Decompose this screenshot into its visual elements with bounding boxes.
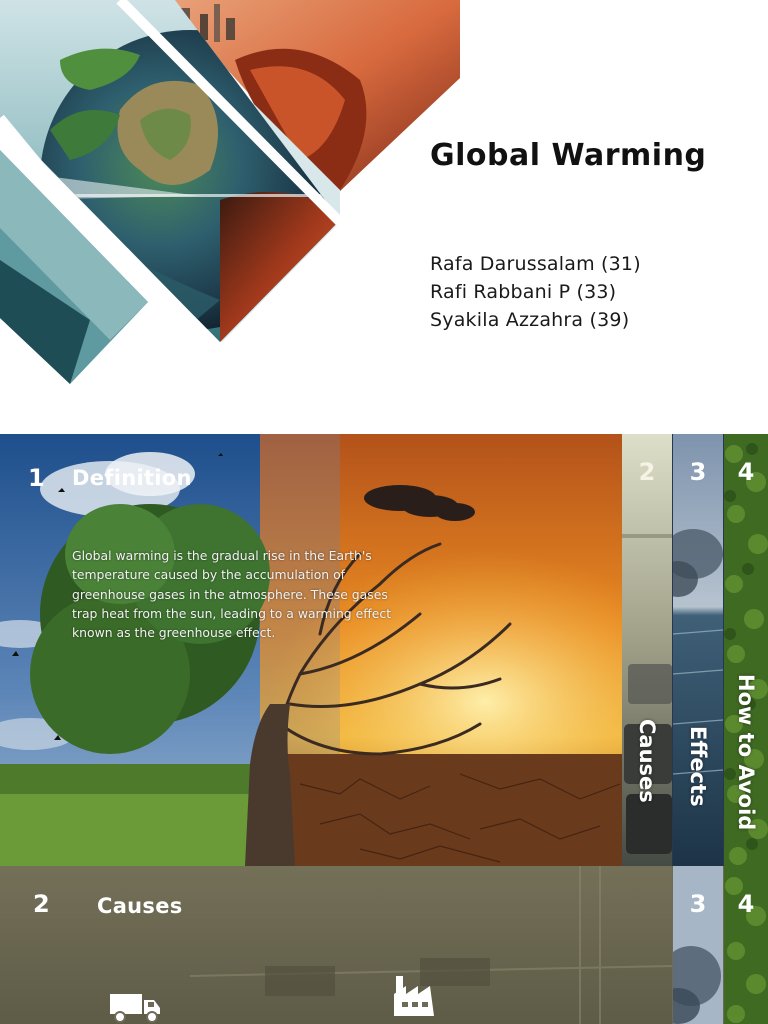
author-item: Rafi Rabbani P (33) (430, 281, 617, 303)
section-number: 2 (33, 890, 50, 918)
causes-panel: 2 Causes (0, 866, 672, 1024)
tab-how-to-avoid[interactable]: 4 (724, 866, 768, 1024)
definition-panel: 1 Definition Global warming is the gradu… (0, 434, 622, 866)
tab-effects-number: 3 (689, 890, 707, 918)
tab-effects[interactable]: 3 (673, 866, 723, 1024)
tab-causes-label: Causes (635, 719, 659, 803)
highway-smog-background-image (0, 866, 672, 1024)
author-item: Syakila Azzahra (39) (430, 309, 630, 331)
tab-how-to-avoid-number: 4 (737, 458, 755, 486)
author-item: Rafa Darussalam (31) (430, 253, 641, 275)
title-slide: Global Warming Rafa Darussalam (31) Rafi… (0, 0, 768, 432)
factory-icon (394, 976, 434, 1016)
tree-split-background-image (0, 434, 622, 866)
truck-icon (110, 994, 160, 1023)
tab-effects-number: 3 (689, 458, 707, 486)
tab-effects[interactable]: 3 Effects (673, 434, 723, 866)
tab-how-to-avoid-label: How to Avoid (734, 674, 758, 831)
section-title: Definition (72, 466, 192, 490)
earth-collage-image (0, 0, 460, 384)
definition-slide: 1 Definition Global warming is the gradu… (0, 434, 768, 866)
section-title: Causes (97, 894, 183, 918)
author-list: Rafa Darussalam (31) Rafi Rabbani P (33)… (430, 250, 641, 334)
tab-causes-number: 2 (638, 458, 656, 486)
section-number: 1 (28, 464, 45, 492)
tab-effects-label: Effects (686, 726, 710, 807)
tab-how-to-avoid-number: 4 (737, 890, 755, 918)
tab-how-to-avoid[interactable]: 4 How to Avoid (724, 434, 768, 866)
definition-text: Global warming is the gradual rise in th… (72, 548, 392, 641)
presentation-title: Global Warming (430, 138, 707, 173)
tab-causes[interactable]: 2 Causes (622, 434, 672, 866)
causes-slide: 2 Causes 3 4 (0, 866, 768, 1024)
